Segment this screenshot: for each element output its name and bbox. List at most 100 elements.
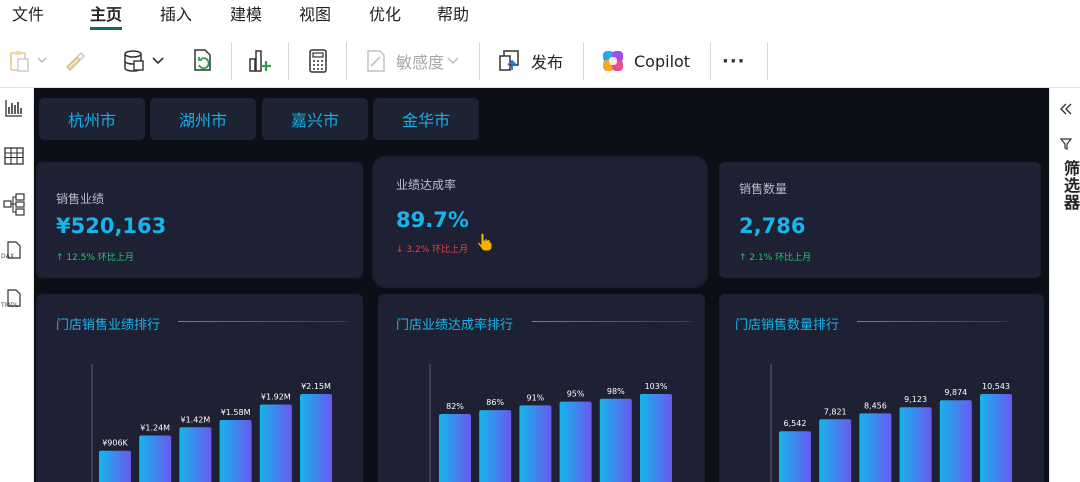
copilot-icon: [603, 51, 623, 71]
bar-data-label: ¥1.58M: [221, 408, 251, 417]
refresh-icon: [194, 49, 211, 71]
table-icon: [4, 147, 24, 165]
bar-data-label: 86%: [486, 398, 504, 407]
chart-bar[interactable]: [980, 394, 1012, 482]
chart-bar[interactable]: [439, 413, 471, 482]
chart-bar[interactable]: [219, 419, 252, 482]
kpi-label: 销售业绩: [56, 192, 105, 206]
new-measure-button[interactable]: [305, 42, 331, 80]
kpi-card-quantity[interactable]: 销售数量 2,786 ↑ 2.1% 环比上月: [719, 162, 1041, 278]
chart-bar[interactable]: [599, 398, 632, 482]
kpi-label: 业绩达成率: [396, 178, 457, 192]
database-icon: [124, 50, 164, 72]
publish-button[interactable]: 发布: [497, 42, 563, 80]
city-tab-jiaxing[interactable]: 嘉兴市: [262, 98, 368, 140]
chart-panel-rate-ranking[interactable]: 门店业绩达成率排行 82% 86% 91% 95% 98% 103%: [378, 294, 705, 482]
model-icon: [3, 193, 25, 216]
report-canvas: 杭州市 湖州市 嘉兴市 金华市 销售业绩 ¥520,163 ↑ 12.5% 环比…: [34, 88, 1049, 482]
chart-bar[interactable]: [259, 404, 292, 482]
kpi-change: ↑ 2.1% 环比上月: [739, 253, 812, 263]
bar-data-label: 95%: [567, 390, 585, 399]
chart-bar[interactable]: [899, 407, 932, 482]
chart-bar[interactable]: [479, 410, 512, 482]
chart-bar[interactable]: [99, 450, 131, 482]
bar-chart: 82% 86% 91% 95% 98% 103%: [429, 364, 672, 482]
sensitivity-icon: [367, 50, 385, 72]
copilot-button[interactable]: Copilot: [600, 42, 690, 80]
menu-file[interactable]: 文件: [12, 4, 44, 30]
kpi-value: 2,786: [739, 214, 806, 238]
chart-panel-sales-ranking[interactable]: 门店销售业绩排行 ¥906K ¥1.24M ¥1.42M ¥1.58M ¥1.92M ¥2…: [36, 294, 363, 482]
bar-data-label: 10,543: [982, 382, 1010, 391]
menu-home[interactable]: 主页: [90, 4, 123, 30]
bar-data-label: 82%: [446, 402, 464, 411]
city-tab-hangzhou[interactable]: 杭州市: [39, 98, 145, 140]
kpi-label: 销售数量: [739, 182, 788, 196]
bar-data-label: 91%: [527, 393, 545, 402]
kpi-change: ↓ 3.2% 环比上月: [396, 245, 469, 255]
kpi-card-sales[interactable]: 销售业绩 ¥520,163 ↑ 12.5% 环比上月: [36, 162, 363, 278]
ribbon-separator: [583, 42, 584, 80]
kpi-card-achievement-rate[interactable]: 业绩达成率 89.7% ↓ 3.2% 环比上月: [374, 158, 706, 286]
chart-bar[interactable]: [559, 401, 592, 482]
bar-data-label: 98%: [607, 387, 625, 396]
ribbon-separator: [710, 42, 711, 80]
chart-bar[interactable]: [300, 394, 332, 482]
kpi-value: 89.7%: [396, 208, 469, 232]
city-tab-huzhou[interactable]: 湖州市: [150, 98, 256, 140]
bar-data-label: ¥2.15M: [301, 382, 331, 391]
menu-help[interactable]: 帮助: [437, 4, 469, 30]
ribbon-toolbar: 敏感度 发布 Copilot ···: [0, 34, 1080, 88]
chart-bar[interactable]: [139, 435, 172, 482]
ribbon-separator: [231, 42, 232, 80]
filters-pane-label[interactable]: 筛选器: [1058, 160, 1080, 211]
chart-bar[interactable]: [179, 427, 212, 482]
menu-view[interactable]: 视图: [299, 4, 331, 30]
bar-data-label: ¥1.24M: [140, 423, 170, 432]
menu-modeling[interactable]: 建模: [230, 4, 262, 30]
bar-data-label: 9,123: [904, 395, 927, 404]
menu-insert[interactable]: 插入: [160, 4, 192, 30]
chart-bar[interactable]: [819, 419, 852, 482]
format-painter-button[interactable]: [62, 42, 88, 80]
bar-data-label: ¥906K: [102, 439, 128, 448]
bar-chart: ¥906K ¥1.24M ¥1.42M ¥1.58M ¥1.92M ¥2.15M: [91, 364, 332, 482]
city-tab-jinhua[interactable]: 金华市: [373, 98, 479, 140]
double-chevron-left-icon: [1060, 103, 1072, 115]
sensitivity-button[interactable]: 敏感度: [364, 42, 462, 80]
chart-bar[interactable]: [779, 431, 811, 482]
chart-bar[interactable]: [519, 405, 552, 482]
table-view-button[interactable]: [0, 146, 28, 166]
ribbon-separator: [346, 42, 347, 80]
bar-data-label: 8,456: [864, 401, 887, 410]
chart-bar[interactable]: [640, 394, 672, 482]
tmdl-caption: TMDL: [1, 302, 19, 309]
get-data-button[interactable]: [122, 42, 168, 80]
paste-button[interactable]: [8, 42, 52, 80]
filters-pane: 筛选器: [1049, 88, 1080, 482]
new-visual-button[interactable]: [247, 42, 275, 80]
publish-icon: [499, 50, 519, 71]
kpi-change: ↑ 12.5% 环比上月: [56, 253, 134, 263]
bar-chart-icon: [5, 100, 22, 117]
chart-bar[interactable]: [939, 400, 972, 482]
new-visual-icon: [249, 50, 271, 72]
kpi-value: ¥520,163: [56, 214, 167, 238]
menu-optimize[interactable]: 优化: [369, 4, 401, 30]
hand-cursor-icon: [477, 232, 493, 251]
sensitivity-label: 敏感度: [396, 53, 445, 72]
collapse-pane-button[interactable]: [1059, 100, 1073, 119]
chart-panel-quantity-ranking[interactable]: 门店销售数量排行 6,542 7,821 8,456 9,123 9,874 10,543: [719, 294, 1044, 482]
filter-icon: [1059, 136, 1073, 155]
copilot-label: Copilot: [634, 51, 691, 71]
ribbon-separator: [479, 42, 480, 80]
report-view-button[interactable]: [0, 98, 28, 118]
calculator-icon: [309, 49, 327, 73]
chart-bar[interactable]: [859, 413, 892, 482]
model-view-button[interactable]: [0, 192, 28, 216]
more-options-button[interactable]: ···: [722, 42, 746, 80]
bar-data-label: 6,542: [784, 419, 807, 428]
refresh-button[interactable]: [190, 42, 216, 80]
chevron-down-icon: [447, 57, 459, 65]
bar-data-label: ¥1.92M: [261, 392, 291, 401]
